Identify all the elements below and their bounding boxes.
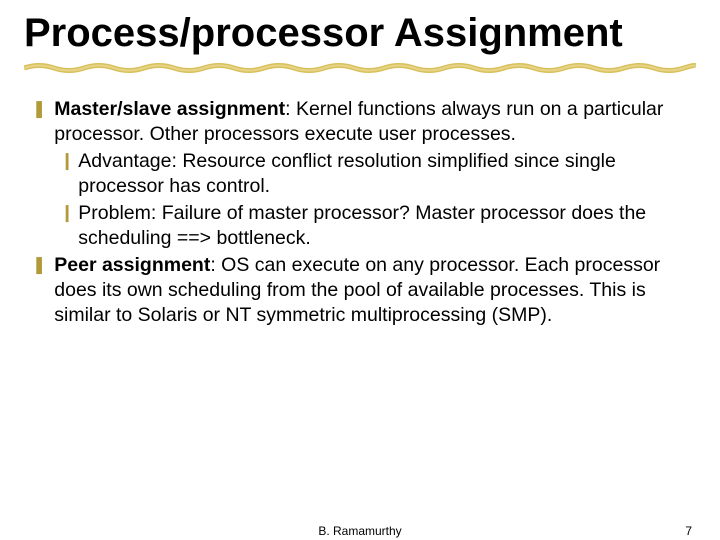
bullet-icon: ❙ [60,149,74,174]
page-number: 7 [685,524,692,538]
bullet-bold: Peer assignment [54,254,210,276]
list-item: ❚ Master/slave assignment: Kernel functi… [32,97,696,147]
bullet-icon: ❙ [60,201,74,226]
bullet-text: Master/slave assignment: Kernel function… [54,97,696,147]
content-area: ❚ Master/slave assignment: Kernel functi… [24,97,696,328]
bullet-bold: Master/slave assignment [54,98,285,120]
title-underline [24,61,696,75]
bullet-icon: ❚ [32,253,46,278]
list-item: ❙ Problem: Failure of master processor? … [60,201,696,251]
list-item: ❚ Peer assignment: OS can execute on any… [32,253,696,328]
bullet-icon: ❚ [32,97,46,122]
slide: Process/processor Assignment ❚ Master/sl… [0,0,720,540]
bullet-text: Problem: Failure of master processor? Ma… [78,201,696,251]
list-item: ❙ Advantage: Resource conflict resolutio… [60,149,696,199]
footer-author: B. Ramamurthy [318,524,401,538]
page-title: Process/processor Assignment [24,12,696,55]
bullet-text: Advantage: Resource conflict resolution … [78,149,696,199]
bullet-text: Peer assignment: OS can execute on any p… [54,253,696,328]
